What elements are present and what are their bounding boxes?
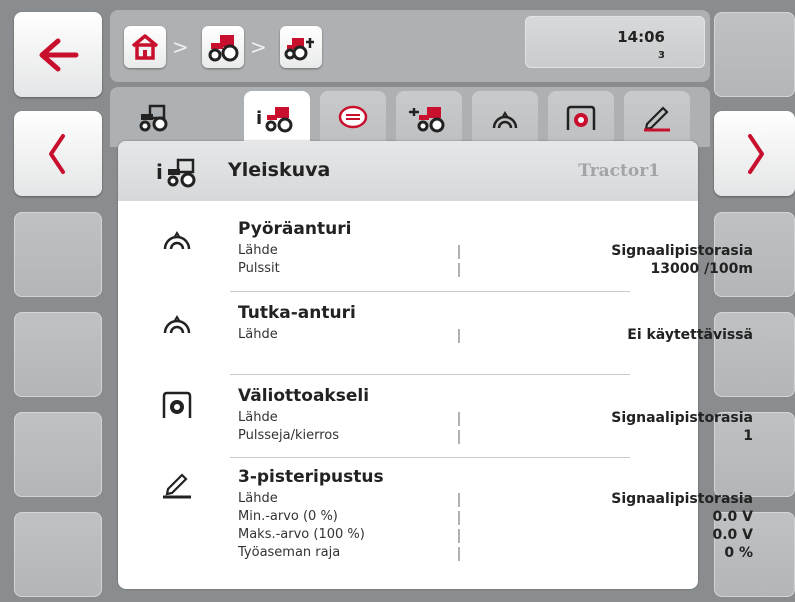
chevron-right-icon (747, 133, 764, 174)
clock-time: 14:06 (617, 28, 665, 46)
softkey-left-6[interactable] (14, 512, 102, 597)
tab-bar: i (110, 87, 710, 147)
tab-tractor[interactable] (120, 91, 186, 145)
row-separator (458, 547, 460, 561)
row-value: Ei käytettävissä (627, 327, 753, 343)
section-title: Väliottoakseli (238, 386, 370, 406)
tractor-name: Tractor1 (578, 161, 660, 181)
row-separator (458, 329, 460, 343)
tractor-icon (139, 104, 168, 132)
row-value: 0.0 V (712, 527, 753, 543)
arrow-left-icon (39, 38, 79, 71)
info-tractor-icon: i (256, 107, 293, 133)
row-label: Pulsseja/kierros (238, 428, 340, 443)
row-value: 1 (743, 428, 753, 444)
breadcrumb-tractor[interactable] (202, 26, 244, 68)
svg-text:i: i (256, 108, 262, 129)
tab-messages[interactable] (320, 91, 386, 145)
row-value: 0.0 V (712, 509, 753, 525)
row-label: Lähde (238, 243, 278, 258)
row-value: 0 % (724, 545, 753, 561)
divider (230, 291, 630, 292)
softkey-left-5[interactable] (14, 412, 102, 497)
breadcrumb-implement[interactable] (280, 26, 322, 68)
row-label: Maks.-arvo (100 %) (238, 527, 365, 542)
pen-icon (644, 106, 670, 132)
softkey-right-4[interactable] (714, 312, 795, 397)
svg-text:i: i (156, 160, 163, 184)
softkey-right-1[interactable] (714, 12, 795, 97)
softkey-left-4[interactable] (14, 312, 102, 397)
tab-sensors[interactable] (472, 91, 538, 145)
info-tractor-icon: i (156, 158, 196, 188)
row-value: Signaalipistorasia (611, 243, 753, 259)
clock-number: 3 (658, 50, 665, 61)
next-button[interactable] (714, 111, 795, 196)
overview-panel: i Yleiskuva Tractor1 Pyöräanturi Lähde S… (118, 141, 753, 589)
row-label: Min.-arvo (0 %) (238, 509, 338, 524)
pto-icon (162, 391, 192, 418)
row-label: Työaseman raja (238, 545, 341, 560)
row-label: Pulssit (238, 261, 280, 276)
row-label: Lähde (238, 327, 278, 342)
row-separator (458, 430, 460, 444)
prev-button[interactable] (14, 111, 102, 196)
panel-header: i Yleiskuva Tractor1 (118, 141, 698, 201)
row-separator (458, 529, 460, 543)
pto-icon (566, 105, 596, 130)
page-title: Yleiskuva (228, 159, 331, 181)
row-separator (458, 412, 460, 426)
row-label: Lähde (238, 410, 278, 425)
section-title: 3-pisteripustus (238, 467, 384, 487)
row-value: Signaalipistorasia (611, 491, 753, 507)
speech-bubble-icon (338, 105, 368, 129)
row-separator (458, 493, 460, 507)
top-bar: > > 14:06 3 (110, 10, 710, 82)
implement-tractor-icon (409, 107, 445, 133)
divider (230, 457, 630, 458)
wheel-sensor-icon (163, 231, 191, 250)
row-value: Signaalipistorasia (611, 410, 753, 426)
row-label: Lähde (238, 491, 278, 506)
row-separator (458, 511, 460, 525)
three-point-hitch-icon (163, 473, 191, 499)
home-icon (131, 34, 159, 60)
clock-display: 14:06 3 (525, 16, 705, 68)
tab-pto[interactable] (548, 91, 614, 145)
section-title: Tutka-anturi (238, 303, 356, 323)
wheel-sensor-icon (492, 111, 518, 129)
implement-tractor-icon (284, 38, 314, 61)
back-button[interactable] (14, 12, 102, 97)
row-separator (458, 245, 460, 259)
tab-implement[interactable] (396, 91, 462, 145)
row-value: 13000 /100m (650, 261, 753, 277)
radar-sensor-icon (163, 315, 191, 334)
tractor-icon (208, 35, 239, 62)
tab-hitch[interactable] (624, 91, 690, 145)
softkey-left-3[interactable] (14, 212, 102, 297)
row-separator (458, 263, 460, 277)
breadcrumb-separator: > (172, 35, 189, 59)
chevron-left-icon (49, 133, 65, 174)
breadcrumb-home[interactable] (124, 26, 166, 68)
divider (230, 374, 630, 375)
tab-overview[interactable]: i (244, 91, 310, 145)
section-title: Pyöräanturi (238, 219, 352, 239)
breadcrumb-separator: > (250, 35, 267, 59)
